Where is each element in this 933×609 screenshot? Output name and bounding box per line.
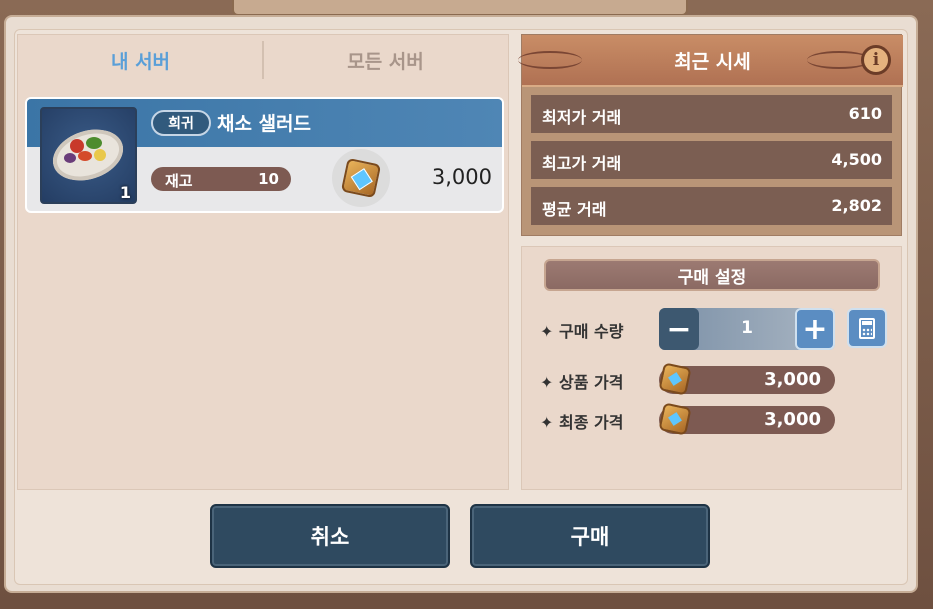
onion-shape: [64, 153, 76, 163]
final-price-pill: 3,000: [658, 402, 835, 436]
quantity-label: ✦ 구매 수량: [540, 322, 624, 341]
tab-my-server[interactable]: 내 서버: [18, 35, 263, 85]
lowest-price-row: 최저가 거래 610: [531, 95, 892, 133]
buy-button[interactable]: 구매: [470, 504, 710, 568]
item-quantity: 1: [119, 183, 131, 202]
ornament-left: [518, 51, 582, 69]
tab-all-servers[interactable]: 모든 서버: [263, 35, 508, 85]
pepper-shape: [78, 151, 92, 161]
gem-icon: [658, 362, 692, 396]
calculator-icon: [859, 318, 875, 339]
calculator-button[interactable]: [847, 308, 887, 348]
recent-prices-header: 최근 시세 i: [518, 35, 903, 87]
cancel-button[interactable]: 취소: [210, 504, 450, 568]
purchase-settings-panel: 구매 설정 ✦ 구매 수량 − 1 + ✦ 상품 가격 3,000 ✦ 최종 가…: [521, 246, 902, 490]
leaf-shape: [86, 137, 102, 149]
increase-button[interactable]: +: [795, 308, 835, 350]
decrease-button[interactable]: −: [659, 308, 699, 350]
average-price-label: 평균 거래: [542, 200, 607, 219]
average-price-value: 2,802: [831, 196, 882, 215]
server-tabs: 내 서버 모든 서버: [18, 35, 508, 85]
recent-prices-title: 최근 시세: [674, 50, 751, 73]
lowest-price-label: 최저가 거래: [542, 108, 622, 127]
listing-item[interactable]: 1 희귀 채소 샐러드 재고 10 3,000: [25, 97, 504, 213]
info-icon[interactable]: i: [861, 45, 891, 75]
stock-label: 재고: [165, 172, 193, 190]
corn-shape: [94, 149, 106, 161]
purchase-settings-title: 구매 설정: [544, 259, 880, 291]
rarity-badge: 희귀: [151, 110, 211, 136]
title-tab: [232, 0, 688, 16]
gem-icon: [658, 402, 692, 436]
recent-prices-panel: 최근 시세 i 최저가 거래 610 최고가 거래 4,500 평균 거래 2,…: [518, 34, 903, 236]
quantity-value[interactable]: 1: [699, 318, 795, 338]
final-price-value: 3,000: [764, 409, 821, 430]
currency-gem-icon: [332, 149, 390, 207]
highest-price-row: 최고가 거래 4,500: [531, 141, 892, 179]
stock-value: 10: [258, 170, 279, 188]
item-price: 3,000: [431, 165, 492, 189]
salad-item-icon: 1: [40, 107, 137, 204]
stock-bar: 재고 10: [151, 167, 291, 191]
item-price-value: 3,000: [764, 369, 821, 390]
lowest-price-value: 610: [848, 104, 882, 123]
item-price-label: ✦ 상품 가격: [540, 373, 624, 392]
gem-shape: [340, 157, 382, 199]
item-price-pill: 3,000: [658, 362, 835, 396]
quantity-stepper: − 1 +: [659, 308, 835, 350]
highest-price-label: 최고가 거래: [542, 154, 622, 173]
listing-panel: 내 서버 모든 서버 1 희귀 채소 샐러드 재고 10 3,000: [17, 34, 509, 490]
highest-price-value: 4,500: [831, 150, 882, 169]
final-price-label: ✦ 최종 가격: [540, 413, 624, 432]
average-price-row: 평균 거래 2,802: [531, 187, 892, 225]
item-name: 채소 샐러드: [217, 113, 312, 135]
